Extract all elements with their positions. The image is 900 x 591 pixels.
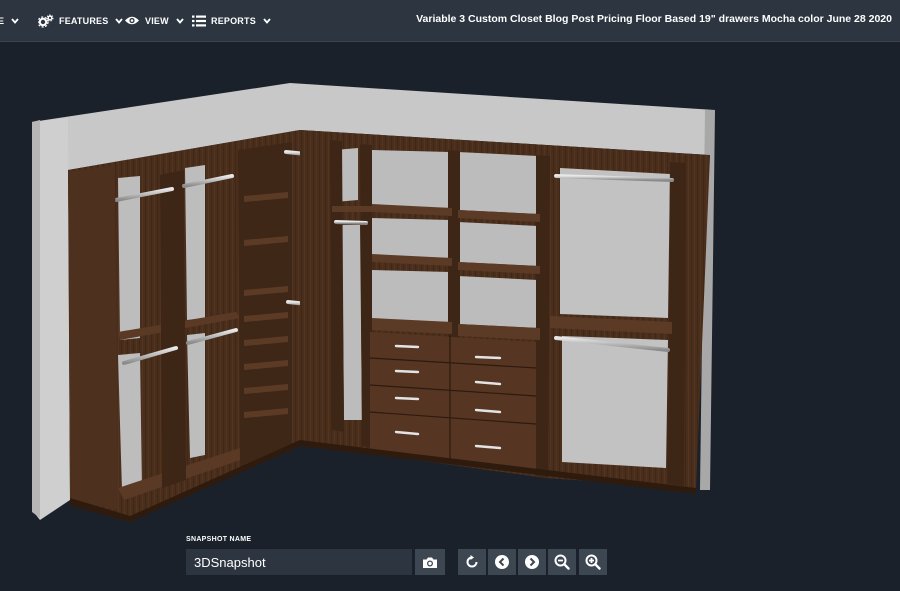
nav-label: VIEW <box>145 15 169 26</box>
list-icon <box>192 15 206 26</box>
left-unit-opening-2 <box>118 353 142 492</box>
nav-label: REPORTS <box>211 15 256 26</box>
zoom-out-icon <box>554 554 570 570</box>
drawer-stack <box>369 332 537 470</box>
zoom-out-button[interactable] <box>548 549 576 575</box>
left-divider <box>160 170 186 488</box>
right-opening-bottom <box>562 336 668 468</box>
back-opening-b <box>372 150 450 208</box>
back-divider-1 <box>330 140 344 432</box>
chevron-down-icon <box>176 17 184 24</box>
next-icon <box>525 555 539 569</box>
back-opening-f <box>372 270 450 322</box>
right-opening-top <box>560 168 670 318</box>
reset-view-button[interactable] <box>458 549 486 575</box>
back-opening-c <box>458 152 538 214</box>
top-navigation-bar: E FEATURES VIEW REPORTS Variable 3 Custo… <box>0 0 900 42</box>
nav-label: E <box>0 15 5 26</box>
3d-viewport[interactable] <box>0 42 900 532</box>
nav-label: FEATURES <box>59 15 109 26</box>
back-opening-g <box>458 276 538 328</box>
nav-reports[interactable]: REPORTS <box>192 0 271 41</box>
nav-features[interactable]: FEATURES <box>38 0 124 41</box>
closet-3d-render <box>32 83 715 522</box>
zoom-in-icon <box>585 554 601 570</box>
reset-icon <box>466 555 478 568</box>
back-opening-d <box>372 218 450 258</box>
eye-icon <box>125 16 139 25</box>
left-wall-shade <box>32 120 40 518</box>
back-opening-h <box>342 225 362 420</box>
snapshot-name-label: SNAPSHOT NAME <box>186 536 252 543</box>
left-unit-front-panel <box>68 165 118 510</box>
prev-icon <box>495 555 509 569</box>
left-tower <box>238 142 292 468</box>
snapshot-name-input[interactable] <box>186 549 412 575</box>
left-unit-opening-3 <box>185 165 205 320</box>
rotate-right-button[interactable] <box>518 549 546 575</box>
back-opening-e <box>458 222 538 266</box>
project-title: Variable 3 Custom Closet Blog Post Prici… <box>416 13 892 25</box>
gears-icon <box>38 14 54 28</box>
camera-icon <box>423 557 437 568</box>
take-snapshot-button[interactable] <box>415 549 445 575</box>
chevron-down-icon <box>115 17 124 24</box>
chevron-down-icon <box>263 17 271 24</box>
back-divider-4 <box>536 155 550 478</box>
rotate-left-button[interactable] <box>488 549 516 575</box>
left-unit-opening-4 <box>187 333 205 458</box>
nav-view[interactable]: VIEW <box>124 0 184 41</box>
chevron-down-icon <box>11 17 19 24</box>
zoom-in-button[interactable] <box>579 549 607 575</box>
nav-menu-truncated[interactable]: E <box>0 0 19 41</box>
